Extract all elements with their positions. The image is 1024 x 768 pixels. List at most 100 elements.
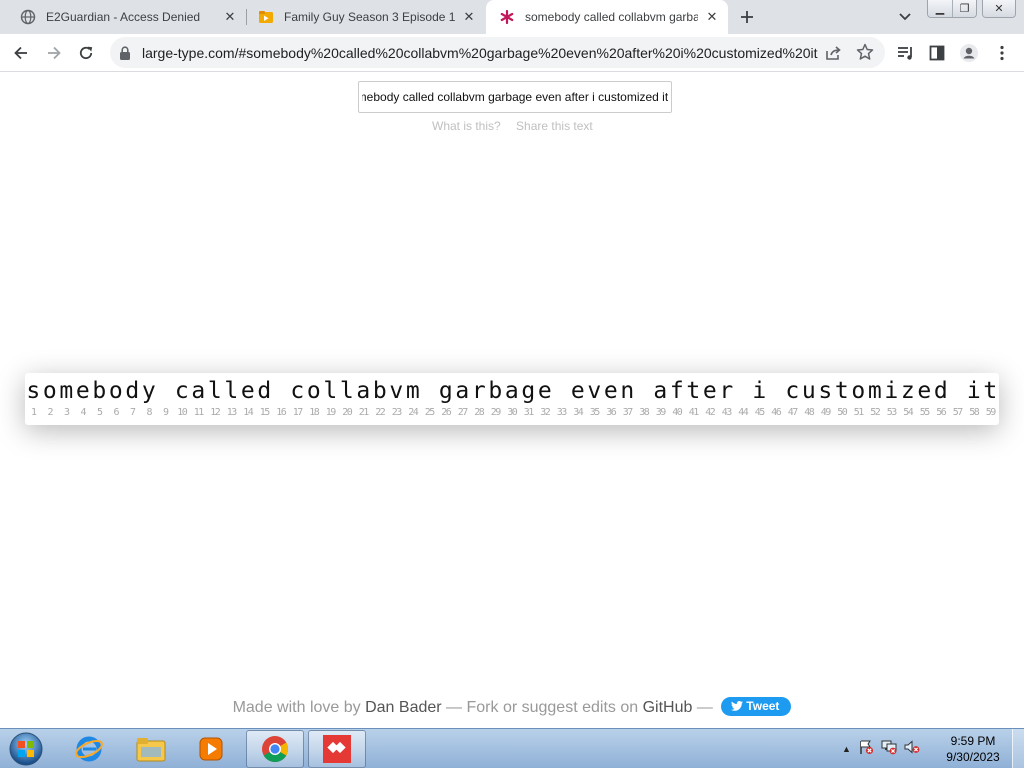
character-glyph: m <box>867 378 882 404</box>
character-glyph: z <box>900 378 915 404</box>
github-link[interactable]: GitHub <box>643 699 693 716</box>
anydesk-icon[interactable] <box>308 730 366 768</box>
character-cell: b 29 <box>487 377 504 421</box>
character-glyph: a <box>191 378 206 404</box>
tweet-label: Tweet <box>746 699 780 713</box>
character-glyph: d <box>125 378 140 404</box>
character-glyph: r <box>719 378 734 404</box>
file-explorer-icon[interactable] <box>122 730 180 768</box>
character-glyph: l <box>224 378 239 404</box>
footer-made-with: Made with love by <box>232 699 361 716</box>
character-glyph: a <box>653 378 668 404</box>
character-cell: r 28 <box>471 377 488 421</box>
author-link[interactable]: Dan Bader <box>365 699 442 716</box>
character-glyph: v <box>587 378 602 404</box>
internet-explorer-icon[interactable] <box>60 730 118 768</box>
media-controls-icon[interactable] <box>894 41 918 65</box>
show-desktop-button[interactable] <box>1012 729 1024 768</box>
tab-strip: E2Guardian - Access Denied ✕ Family Guy … <box>0 0 1024 34</box>
character-index: 35 <box>589 407 601 418</box>
character-cell: 38 <box>636 377 653 421</box>
character-cell: c 47 <box>784 377 801 421</box>
character-glyph: e <box>702 378 717 404</box>
asterisk-icon <box>499 9 515 25</box>
close-icon[interactable]: ✕ <box>461 9 477 25</box>
character-cell: i 58 <box>966 377 983 421</box>
character-glyph: a <box>455 378 470 404</box>
character-glyph: f <box>669 378 684 404</box>
forward-button[interactable] <box>42 41 66 65</box>
share-this-text-link[interactable]: Share this text <box>516 119 593 133</box>
share-icon[interactable] <box>824 44 842 62</box>
restore-button[interactable]: ❐ <box>952 0 976 17</box>
character-index: 30 <box>507 407 518 418</box>
footer-dash: — <box>696 699 713 716</box>
character-cell: t 59 <box>982 377 999 421</box>
what-is-this-link[interactable]: What is this? <box>432 119 501 133</box>
character-index: 47 <box>787 407 799 418</box>
character-index: 54 <box>903 407 914 418</box>
character-index: 49 <box>820 407 832 418</box>
character-index: 44 <box>738 407 749 418</box>
character-index: 20 <box>342 407 353 418</box>
tweet-button[interactable]: Tweet <box>721 697 792 716</box>
character-index: 56 <box>936 407 947 418</box>
character-glyph: r <box>471 378 486 404</box>
footer: Made with love by Dan Bader — Fork or su… <box>0 697 1024 717</box>
chrome-icon[interactable] <box>246 730 304 768</box>
side-panel-icon[interactable] <box>925 41 949 65</box>
character-cell: s1 <box>25 377 42 421</box>
character-glyph <box>949 377 966 405</box>
network-icon[interactable] <box>881 739 897 760</box>
show-hidden-icons-icon[interactable]: ▲ <box>842 744 851 754</box>
character-row: s1o2m3e4b5o6d7y8 9 c 10 a 11 l 12 l 13 e 14 d 15 16 c… <box>25 377 999 421</box>
profile-avatar-icon[interactable] <box>957 41 981 65</box>
minimize-button[interactable]: ▁ <box>928 0 952 17</box>
media-player-icon[interactable] <box>182 730 240 768</box>
character-glyph: a <box>504 378 519 404</box>
character-index: 48 <box>804 407 815 418</box>
character-glyph: c <box>174 378 189 404</box>
action-center-flag-icon[interactable] <box>858 739 874 760</box>
menu-dots-icon[interactable] <box>990 41 1014 65</box>
chevron-down-icon[interactable] <box>896 8 914 26</box>
volume-muted-icon[interactable] <box>904 739 920 760</box>
lock-icon[interactable] <box>118 45 132 61</box>
character-glyph: e <box>570 378 585 404</box>
tab-e2guardian[interactable]: E2Guardian - Access Denied ✕ <box>0 0 246 34</box>
character-index: 26 <box>441 407 452 418</box>
character-cell: r 43 <box>718 377 735 421</box>
character-glyph: i <box>752 378 767 404</box>
tab-title: E2Guardian - Access Denied <box>46 10 201 24</box>
character-index: 12 <box>210 407 221 418</box>
window-close-button[interactable]: ✕ <box>983 0 1015 17</box>
close-icon[interactable]: ✕ <box>222 9 238 25</box>
start-orb-icon[interactable] <box>6 730 46 768</box>
character-glyph: c <box>785 378 800 404</box>
character-index: 59 <box>985 407 997 418</box>
reload-button[interactable] <box>74 41 98 65</box>
character-index: 3 <box>63 407 70 418</box>
back-button[interactable] <box>9 41 33 65</box>
taskbar-clock[interactable]: 9:59 PM 9/30/2023 <box>940 733 1006 765</box>
character-glyph <box>421 377 438 405</box>
character-cell: o6 <box>108 377 125 421</box>
character-index: 24 <box>408 407 419 418</box>
character-cell: m3 <box>58 377 75 421</box>
character-index: 6 <box>113 407 119 418</box>
large-type-input[interactable] <box>358 81 672 113</box>
tab-large-type[interactable]: somebody called collabvm garbage even af… <box>486 0 728 34</box>
character-cell: m 24 <box>405 377 422 421</box>
character-index: 53 <box>886 407 898 418</box>
close-icon[interactable]: ✕ <box>704 9 720 25</box>
bookmark-star-icon[interactable] <box>856 43 874 61</box>
character-index: 57 <box>952 407 964 418</box>
new-tab-button[interactable] <box>736 6 758 28</box>
character-glyph: o <box>42 378 57 404</box>
character-glyph: e <box>537 378 552 404</box>
character-cell: 9 <box>157 377 174 421</box>
character-glyph: l <box>207 378 222 404</box>
address-bar[interactable]: large-type.com/#somebody%20called%20coll… <box>110 37 885 68</box>
character-index: 43 <box>721 407 733 418</box>
tab-family-guy[interactable]: Family Guy Season 3 Episode 11 ✕ <box>247 0 485 34</box>
